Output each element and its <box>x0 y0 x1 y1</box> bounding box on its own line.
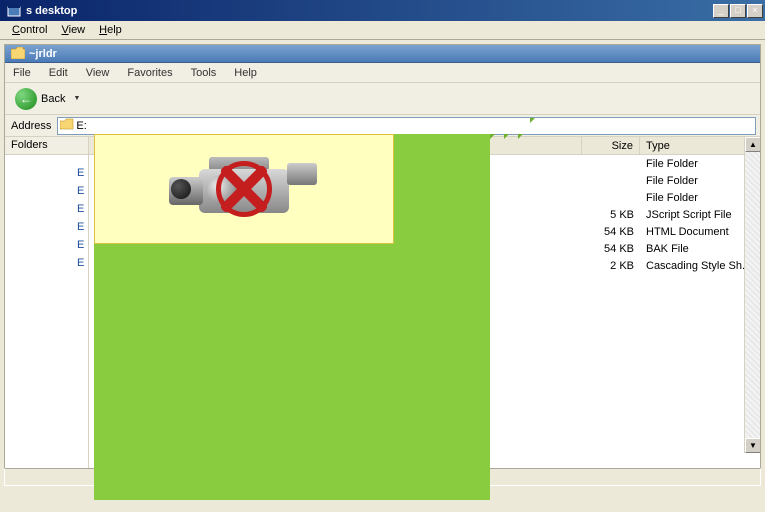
back-label: Back <box>41 93 65 105</box>
preview-tooltip <box>94 134 394 244</box>
back-icon: ← <box>15 88 37 110</box>
address-value: E: <box>76 120 86 132</box>
corner-mark <box>490 134 496 140</box>
menu-view[interactable]: View <box>55 22 91 38</box>
explorer-title-bar: ~jrldr <box>5 45 760 63</box>
explorer-title: ~jrldr <box>29 48 57 60</box>
tree-item[interactable]: E <box>77 239 84 251</box>
x-icon <box>214 159 274 219</box>
column-size[interactable]: Size <box>582 137 640 154</box>
back-button[interactable]: ← Back ▼ <box>11 86 84 112</box>
vertical-scrollbar[interactable]: ▲ ▼ <box>744 137 760 453</box>
column-type[interactable]: Type <box>640 137 760 154</box>
maximize-button[interactable]: □ <box>730 4 746 18</box>
scroll-track[interactable] <box>745 152 760 438</box>
scroll-down-button[interactable]: ▼ <box>745 438 760 453</box>
scroll-up-button[interactable]: ▲ <box>745 137 760 152</box>
tree-item[interactable]: E <box>77 221 84 233</box>
folders-header: Folders <box>5 137 88 155</box>
menu-view-inner[interactable]: View <box>86 67 110 79</box>
window-buttons: _ □ × <box>713 4 763 18</box>
folders-pane: Folders E E E E E E <box>5 137 89 469</box>
explorer-menu-bar: File Edit View Favorites Tools Help <box>5 63 760 83</box>
window-title: s desktop <box>26 5 713 17</box>
corner-mark <box>518 134 524 140</box>
address-input[interactable]: E: <box>57 117 756 135</box>
tree-item[interactable]: E <box>77 185 84 197</box>
title-bar: s desktop _ □ × <box>0 0 765 21</box>
drive-icon <box>60 118 74 133</box>
minimize-button[interactable]: _ <box>713 4 729 18</box>
corner-mark <box>504 134 510 140</box>
camcorder-icon <box>169 149 319 229</box>
close-button[interactable]: × <box>747 4 763 18</box>
menu-control[interactable]: Control <box>6 22 53 38</box>
app-icon <box>6 3 22 19</box>
menu-help-inner[interactable]: Help <box>234 67 257 79</box>
main-area: ~jrldr File Edit View Favorites Tools He… <box>0 40 765 490</box>
menu-edit[interactable]: Edit <box>49 67 68 79</box>
folder-icon <box>11 47 25 61</box>
tree-item[interactable]: E <box>77 257 84 269</box>
menu-favorites[interactable]: Favorites <box>127 67 172 79</box>
tree-item[interactable]: E <box>77 203 84 215</box>
menu-help[interactable]: Help <box>93 22 128 38</box>
outer-menu-bar: Control View Help <box>0 21 765 40</box>
toolbar: ← Back ▼ <box>5 83 760 115</box>
chevron-down-icon[interactable]: ▼ <box>73 95 80 102</box>
address-label: Address <box>9 120 53 132</box>
tree-item[interactable]: E <box>77 167 84 179</box>
corner-mark <box>530 118 536 124</box>
menu-tools[interactable]: Tools <box>191 67 217 79</box>
menu-file[interactable]: File <box>13 67 31 79</box>
